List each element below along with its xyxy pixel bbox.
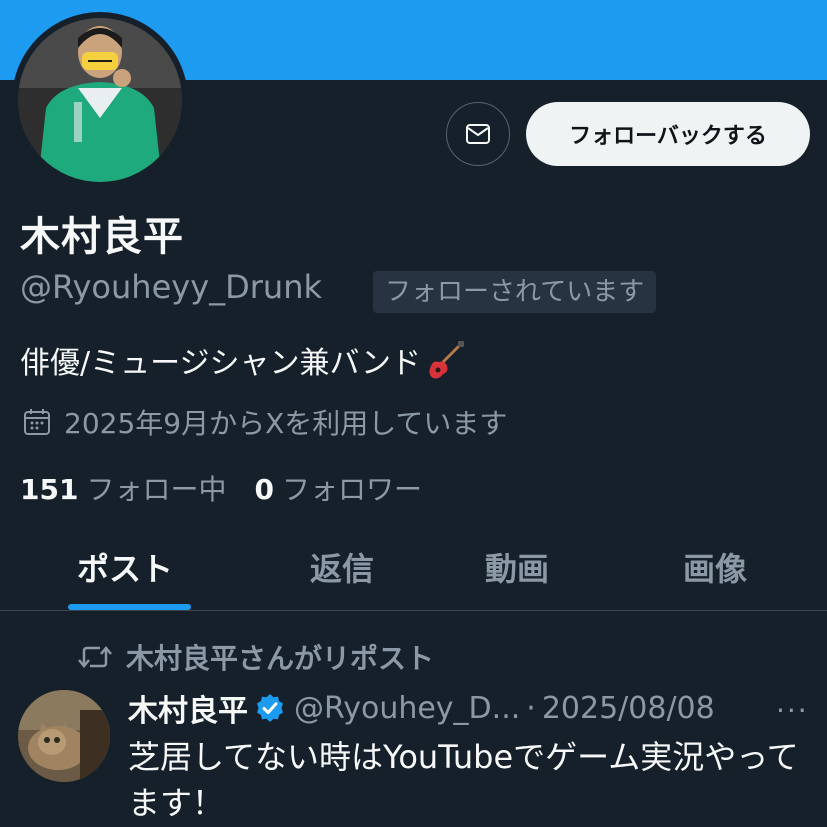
- following-link[interactable]: 151 フォロー中: [20, 468, 226, 508]
- guitar-icon: [429, 341, 465, 379]
- profile-avatar[interactable]: [18, 18, 182, 182]
- followers-label: フォロワー: [281, 473, 422, 506]
- message-button[interactable]: [446, 102, 510, 166]
- profile-bio: 俳優/ミュージシャン兼バンド: [20, 338, 465, 382]
- post-separator: ·: [526, 690, 536, 726]
- joined-text: 2025年9月からXを利用しています: [64, 407, 508, 440]
- post-author-name[interactable]: 木村良平: [128, 686, 248, 730]
- more-options-icon[interactable]: ···: [776, 694, 809, 727]
- joined-date: 2025年9月からXを利用しています: [22, 402, 507, 442]
- cat-photo: [18, 690, 110, 782]
- tab-videos[interactable]: 動画: [485, 544, 549, 590]
- follows-you-badge: フォローされています: [373, 271, 657, 313]
- tab-replies[interactable]: 返信: [310, 544, 374, 590]
- post-date[interactable]: 2025/08/08: [542, 691, 715, 726]
- tab-posts[interactable]: ポスト: [77, 544, 173, 590]
- display-name: 木村良平: [20, 214, 184, 260]
- following-count: 151: [20, 473, 79, 506]
- repost-label[interactable]: 木村良平さんがリポスト: [126, 637, 434, 677]
- repost-indicator: 木村良平さんがリポスト: [78, 637, 434, 677]
- follow-back-button[interactable]: フォローバックする: [526, 102, 810, 166]
- calendar-icon: [24, 409, 50, 435]
- profile-handle: @Ryouheyy_Drunk: [20, 268, 323, 306]
- tab-images[interactable]: 画像: [683, 544, 747, 590]
- followers-link[interactable]: 0 フォロワー: [254, 468, 422, 508]
- following-label: フォロー中: [86, 473, 227, 506]
- verified-badge-icon: [257, 694, 283, 722]
- follow-stats: 151 フォロー中 0 フォロワー: [20, 468, 422, 508]
- tabs-divider: [0, 610, 827, 611]
- post-author-handle[interactable]: @Ryouhey_D...: [294, 691, 520, 726]
- envelope-icon: [466, 124, 490, 144]
- post-author-avatar[interactable]: [18, 690, 110, 782]
- post-text: 芝居してない時はYouTubeでゲーム実況やってます！: [128, 738, 799, 822]
- followers-count: 0: [254, 473, 274, 506]
- post-header: 木村良平 @Ryouhey_D... · 2025/08/08: [128, 686, 715, 730]
- repost-icon: [78, 646, 112, 668]
- avatar-photo: [18, 18, 182, 182]
- bio-text: 俳優/ミュージシャン兼バンド: [20, 346, 422, 381]
